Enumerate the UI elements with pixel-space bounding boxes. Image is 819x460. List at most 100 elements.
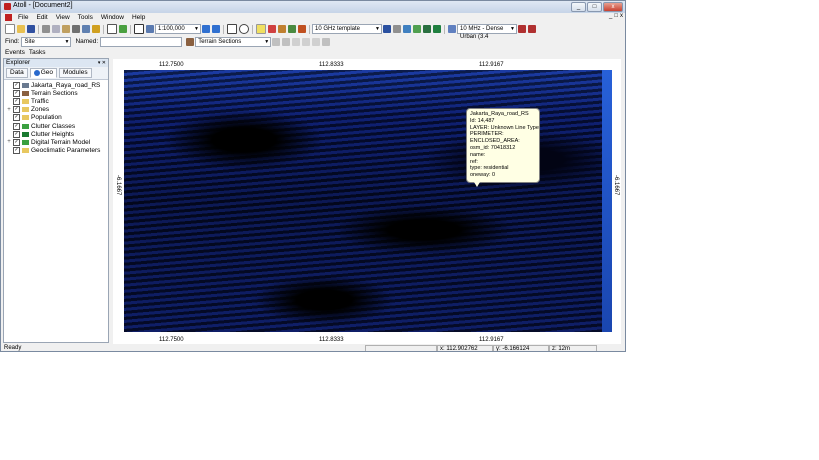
- layers-icon[interactable]: [322, 37, 331, 46]
- tab-events[interactable]: Events: [5, 49, 25, 56]
- calculate-icon[interactable]: [423, 25, 431, 33]
- forward-arrow-icon[interactable]: [212, 25, 220, 33]
- chart-icon[interactable]: [298, 25, 306, 33]
- layer-checkbox[interactable]: ✓: [13, 81, 20, 89]
- print-preview-icon[interactable]: [82, 25, 90, 33]
- station-icon[interactable]: [403, 25, 411, 33]
- doc-minimize-button[interactable]: _: [609, 13, 612, 19]
- expand-icon[interactable]: +: [6, 107, 12, 113]
- move-icon[interactable]: [302, 37, 311, 46]
- layer-checkbox[interactable]: ✓: [13, 89, 20, 97]
- rotate-icon[interactable]: [272, 37, 281, 46]
- pan-icon[interactable]: [146, 25, 154, 33]
- menu-help[interactable]: Help: [128, 14, 149, 21]
- tooltip-tail: [474, 182, 480, 187]
- explorer-panel: Explorer ▾ ✕ Data Geo Modules ✓ Jakarta_R…: [3, 58, 109, 343]
- menu-view[interactable]: View: [52, 14, 74, 21]
- tree-item-label: Zones: [31, 106, 50, 114]
- tree-item[interactable]: ✓ Clutter Heights: [6, 130, 108, 138]
- terrain-sections-combo[interactable]: Terrain Sections ▼: [195, 36, 272, 47]
- edit-polygon-icon[interactable]: [282, 37, 291, 46]
- expand-icon[interactable]: +: [6, 139, 12, 145]
- hexagon-icon[interactable]: [413, 25, 421, 33]
- tab-tasks[interactable]: Tasks: [29, 49, 46, 56]
- antenna-icon[interactable]: [393, 25, 401, 33]
- select-icon[interactable]: [107, 24, 117, 34]
- new-icon[interactable]: [5, 24, 15, 34]
- layer-folder-icon: [22, 90, 29, 96]
- template-combo[interactable]: 10 GHz template ▼: [312, 24, 382, 34]
- print-icon[interactable]: [72, 25, 80, 33]
- measure-icon[interactable]: [278, 25, 286, 33]
- zoom-area-icon[interactable]: [227, 24, 237, 34]
- menu-window[interactable]: Window: [97, 14, 128, 21]
- layer-checkbox[interactable]: ✓: [13, 130, 20, 138]
- tab-modules[interactable]: Modules: [59, 68, 92, 78]
- copy-icon[interactable]: [52, 25, 60, 33]
- tooltip-line: PERIMETER:: [470, 131, 504, 138]
- tree-item-label: Traffic: [31, 97, 49, 105]
- help-icon[interactable]: [92, 25, 100, 33]
- refresh-icon[interactable]: [119, 25, 127, 33]
- open-icon[interactable]: [17, 25, 25, 33]
- draw-icon[interactable]: [292, 37, 301, 46]
- doc-close-button[interactable]: x: [620, 13, 623, 19]
- layer-checkbox[interactable]: ✓: [13, 106, 20, 114]
- back-arrow-icon[interactable]: [202, 25, 210, 33]
- menu-tools[interactable]: Tools: [74, 14, 97, 21]
- layer-checkbox[interactable]: ✓: [13, 138, 20, 146]
- layer-checkbox[interactable]: ✓: [13, 122, 20, 130]
- tree-item[interactable]: ✓ Geoclimatic Parameters: [6, 147, 108, 155]
- tree-item[interactable]: ✓ Population: [6, 114, 108, 122]
- tree-item[interactable]: + ✓ Digital Terrain Model: [6, 138, 108, 146]
- named-input[interactable]: [100, 36, 183, 47]
- zoom-icon[interactable]: [239, 24, 249, 34]
- link-icon[interactable]: [383, 25, 391, 33]
- terrain-map[interactable]: Jakarta_Raya_road_RS Id: 14,487 LAYER: U…: [124, 70, 612, 332]
- tree-item[interactable]: ✓ Jakarta_Raya_road_RS: [6, 81, 108, 89]
- panel-tabs: Events Tasks: [1, 47, 111, 57]
- layer-checkbox[interactable]: ✓: [13, 97, 20, 105]
- maximize-button[interactable]: □: [587, 2, 602, 12]
- tab-geo[interactable]: Geo: [29, 68, 58, 78]
- atoll-app-icon: [4, 3, 11, 10]
- status-text: Ready: [4, 345, 22, 351]
- tooltip-line: LAYER: Unknown Line Type: [470, 124, 539, 131]
- close-button[interactable]: x: [603, 2, 623, 12]
- x-tick-label: 112.9167: [479, 337, 504, 343]
- run-icon[interactable]: [433, 25, 441, 33]
- layer-folder-icon: [22, 107, 29, 113]
- geo-layer-tree: ✓ Jakarta_Raya_road_RS ✓ Terrain Sections ✓ T…: [4, 80, 108, 155]
- scale-combo[interactable]: 1:100,000 ▼: [155, 24, 201, 34]
- x-tick-label: 112.8333: [319, 337, 344, 343]
- doc-restore-button[interactable]: □: [614, 13, 618, 19]
- clutter-class-combo[interactable]: 10 MHz - Dense Urban (3.4 ▼: [457, 24, 517, 40]
- minimize-button[interactable]: _: [571, 2, 586, 12]
- layer-checkbox[interactable]: ✓: [13, 147, 20, 155]
- site-icon[interactable]: [528, 25, 536, 33]
- map-view[interactable]: 112.7500 112.8333 112.9167 -6.1667 Jakar…: [113, 59, 621, 344]
- tree-item[interactable]: + ✓ Zones: [6, 106, 108, 114]
- save-icon[interactable]: [27, 25, 35, 33]
- microwave-icon[interactable]: [518, 25, 526, 33]
- point-analysis-icon[interactable]: [268, 25, 276, 33]
- menu-file[interactable]: File: [14, 14, 32, 21]
- tab-data[interactable]: Data: [6, 68, 28, 78]
- tooltip-icon[interactable]: [256, 24, 266, 34]
- document-icon[interactable]: [5, 14, 12, 21]
- find-type-combo[interactable]: Site ▼: [21, 36, 72, 47]
- pointer-icon[interactable]: [134, 24, 144, 34]
- cut-icon[interactable]: [42, 25, 50, 33]
- tree-item-label: Geoclimatic Parameters: [31, 147, 101, 155]
- tree-item[interactable]: ✓ Terrain Sections: [6, 89, 108, 97]
- delete-vertex-icon[interactable]: [312, 37, 321, 46]
- menu-edit[interactable]: Edit: [32, 14, 51, 21]
- tree-item[interactable]: ✓ Traffic: [6, 97, 108, 105]
- layer-checkbox[interactable]: ✓: [13, 114, 20, 122]
- paste-icon[interactable]: [62, 25, 70, 33]
- profile-icon[interactable]: [288, 25, 296, 33]
- transmitter-icon[interactable]: [448, 25, 456, 33]
- explorer-close-button[interactable]: ▾ ✕: [98, 59, 106, 67]
- tree-item[interactable]: ✓ Clutter Classes: [6, 122, 108, 130]
- document-controls: _ □ x: [609, 13, 623, 19]
